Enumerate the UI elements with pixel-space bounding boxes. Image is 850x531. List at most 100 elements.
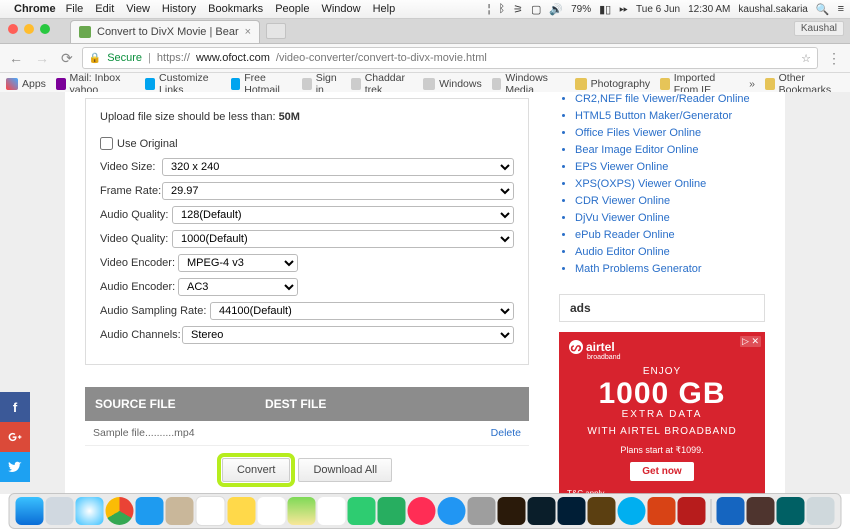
window-minimize-button[interactable]	[24, 24, 34, 34]
dock-lightroom-icon[interactable]	[528, 497, 556, 525]
tab-title: Convert to DivX Movie | Bear	[97, 26, 239, 38]
sidebar-link[interactable]: Office Files Viewer Online	[575, 126, 765, 140]
dock-mail-icon[interactable]	[136, 497, 164, 525]
address-bar[interactable]: 🔒 Secure | https://www.ofoct.com/video-c…	[82, 47, 818, 69]
dock-safari-icon[interactable]	[76, 497, 104, 525]
download-all-button[interactable]: Download All	[298, 458, 392, 482]
dock-itunes-icon[interactable]	[408, 497, 436, 525]
sidebar-link[interactable]: Bear Image Editor Online	[575, 143, 765, 157]
dock-notes-icon[interactable]	[228, 497, 256, 525]
bookmark-star-icon[interactable]: ☆	[801, 52, 811, 65]
bookmark-item[interactable]: Windows	[423, 78, 482, 90]
dock-contacts-icon[interactable]	[166, 497, 194, 525]
dock-divider	[711, 499, 712, 523]
dock-messages-icon[interactable]	[348, 497, 376, 525]
sidebar-link[interactable]: DjVu Viewer Online	[575, 211, 765, 225]
menu-window[interactable]: Window	[321, 3, 360, 15]
select-audio-channels[interactable]: Stereo	[182, 326, 514, 344]
select-video-encoder[interactable]: MPEG-4 v3	[178, 254, 298, 272]
select-audio-encoder[interactable]: AC3	[178, 278, 298, 296]
fastforward-icon[interactable]: ⏩︎	[619, 3, 628, 16]
sidebar-link[interactable]: Math Problems Generator	[575, 262, 765, 276]
forward-button[interactable]: →	[32, 50, 52, 66]
tab-close-icon[interactable]: ×	[245, 26, 251, 38]
bookmarks-overflow-icon[interactable]: »	[749, 78, 755, 90]
use-original-input[interactable]	[100, 137, 113, 150]
reload-button[interactable]: ⟳	[58, 50, 76, 67]
dock-photoshop-icon[interactable]	[558, 497, 586, 525]
airplay-icon[interactable]: ▢	[531, 3, 541, 16]
dock-filezilla-icon[interactable]	[678, 497, 706, 525]
menu-bookmarks[interactable]: Bookmarks	[208, 3, 263, 15]
twitter-share-button[interactable]	[0, 452, 30, 482]
dock-app-icon[interactable]	[717, 497, 745, 525]
select-frame-rate[interactable]: 29.97	[162, 182, 514, 200]
menu-view[interactable]: View	[126, 3, 150, 15]
sidebar-link[interactable]: HTML5 Button Maker/Generator	[575, 109, 765, 123]
menu-history[interactable]: History	[162, 3, 196, 15]
dock-app-icon[interactable]	[648, 497, 676, 525]
sidebar-link[interactable]: EPS Viewer Online	[575, 160, 765, 174]
select-video-quality[interactable]: 1000(Default)	[172, 230, 514, 248]
adchoices-icon[interactable]: ▷ ✕	[740, 336, 761, 347]
dock-launchpad-icon[interactable]	[46, 497, 74, 525]
menubar-time[interactable]: 12:30 AM	[688, 4, 730, 15]
files-header: SOURCE FILE DEST FILE	[85, 387, 529, 421]
battery-icon[interactable]: ▮▯	[599, 3, 611, 16]
menu-file[interactable]: File	[66, 3, 84, 15]
sidebar-link[interactable]: Audio Editor Online	[575, 245, 765, 259]
bookmark-item[interactable]: Photography	[575, 78, 651, 90]
googleplus-share-button[interactable]	[0, 422, 30, 452]
select-audio-sampling[interactable]: 44100(Default)	[210, 302, 514, 320]
spotlight-icon[interactable]: 🔍	[816, 3, 830, 16]
dock-app-icon[interactable]	[747, 497, 775, 525]
select-video-size[interactable]: 320 x 240	[162, 158, 514, 176]
dock-facetime-icon[interactable]	[378, 497, 406, 525]
volume-icon[interactable]: 🔊	[549, 3, 563, 16]
browser-tab[interactable]: Convert to DivX Movie | Bear ×	[70, 20, 260, 43]
dock-maps-icon[interactable]	[288, 497, 316, 525]
dock-skype-icon[interactable]	[618, 497, 646, 525]
menu-help[interactable]: Help	[373, 3, 396, 15]
ad-banner[interactable]: ᔕairtelbroadband ▷ ✕ ENJOY 1000 GB EXTRA…	[559, 332, 765, 494]
use-original-checkbox[interactable]: Use Original	[100, 137, 514, 150]
menubar-date[interactable]: Tue 6 Jun	[636, 4, 680, 15]
bluetooth-icon[interactable]: ᛒ	[498, 3, 505, 15]
menu-people[interactable]: People	[275, 3, 309, 15]
dock-appstore-icon[interactable]	[438, 497, 466, 525]
menubar-user[interactable]: kaushal.sakaria	[738, 4, 807, 15]
chrome-profile-badge[interactable]: Kaushal	[794, 21, 844, 36]
menu-edit[interactable]: Edit	[95, 3, 114, 15]
hamburger-icon[interactable]: ≡	[838, 3, 844, 15]
window-zoom-button[interactable]	[40, 24, 50, 34]
dock-photos-icon[interactable]	[318, 497, 346, 525]
dock-app-icon[interactable]	[777, 497, 805, 525]
label-video-encoder: Video Encoder:	[100, 257, 178, 269]
dock-reminders-icon[interactable]	[258, 497, 286, 525]
window-close-button[interactable]	[8, 24, 18, 34]
dock-calendar-icon[interactable]	[196, 496, 226, 526]
facebook-share-button[interactable]: f	[0, 392, 30, 422]
sidebar-link[interactable]: XPS(OXPS) Viewer Online	[575, 177, 765, 191]
dock-bridge-icon[interactable]	[498, 497, 526, 525]
new-tab-button[interactable]	[266, 23, 286, 39]
sidebar-link[interactable]: CDR Viewer Online	[575, 194, 765, 208]
chrome-menu-icon[interactable]: ⋮	[824, 50, 844, 67]
label-video-quality: Video Quality:	[100, 233, 172, 245]
wifi-icon[interactable]: ⚞	[513, 3, 523, 16]
ad-cta-button[interactable]: Get now	[630, 462, 693, 481]
menubar-app[interactable]: Chrome	[14, 3, 56, 15]
dock-trash-icon[interactable]	[807, 497, 835, 525]
dock-chrome-icon[interactable]	[106, 497, 134, 525]
delete-file-link[interactable]: Delete	[491, 427, 521, 439]
dock-finder-icon[interactable]	[16, 497, 44, 525]
dock-calibre-icon[interactable]	[588, 497, 616, 525]
convert-button[interactable]: Convert	[222, 458, 291, 482]
sidebar-link[interactable]: CR2,NEF file Viewer/Reader Online	[575, 92, 765, 106]
file-row: Sample file..........mp4 Delete	[85, 421, 529, 446]
select-audio-quality[interactable]: 128(Default)	[172, 206, 514, 224]
bookmark-apps[interactable]: Apps	[6, 78, 46, 90]
back-button[interactable]: ←	[6, 50, 26, 66]
dock-preferences-icon[interactable]	[468, 497, 496, 525]
sidebar-link[interactable]: ePub Reader Online	[575, 228, 765, 242]
